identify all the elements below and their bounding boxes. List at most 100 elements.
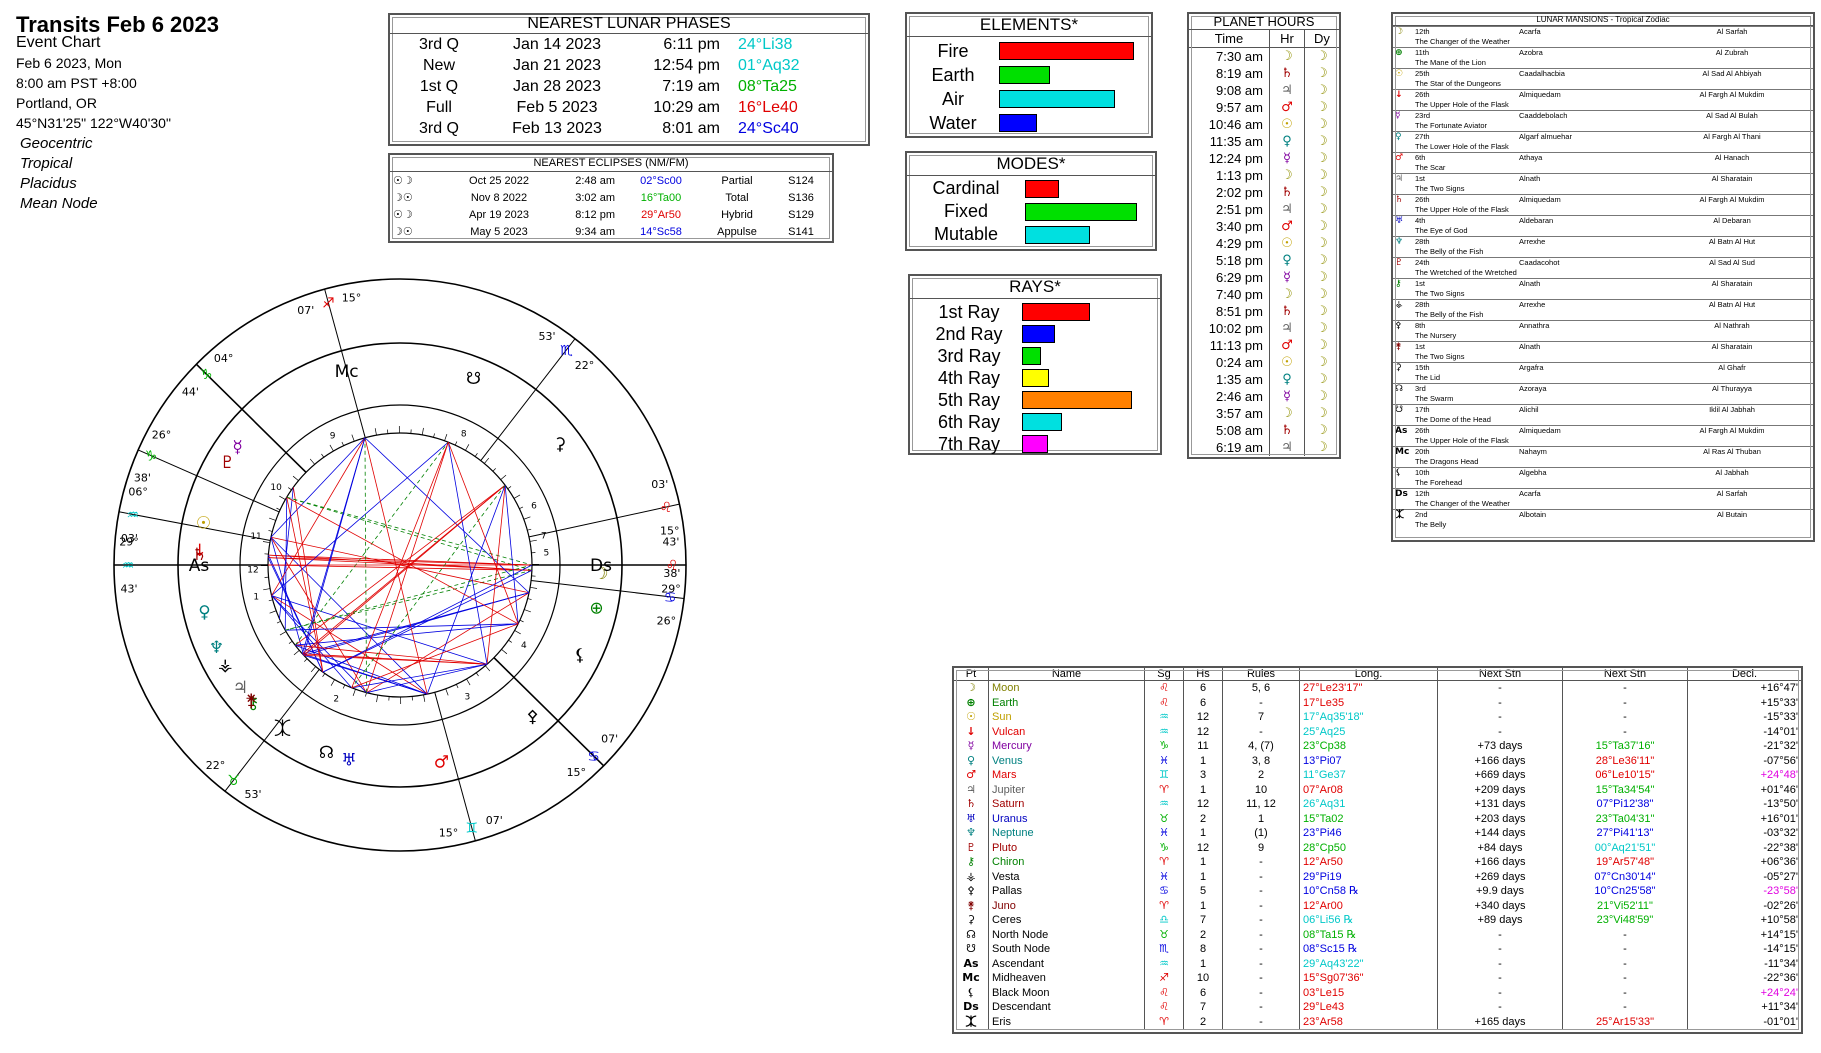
mansion-point-glyph: Mc — [1393, 446, 1413, 468]
planet-rules: - — [1222, 1014, 1300, 1029]
house-number: 8 — [461, 430, 467, 440]
planet-sign: ♓ — [1144, 753, 1184, 768]
lunar-phase-name: Full — [426, 98, 452, 116]
planet-next-station-pos: 25°Ar15'33" — [1562, 1014, 1688, 1029]
planet-hour-ruler: ☉ — [1269, 235, 1305, 252]
lunar-phase-time: 6:11 pm — [663, 35, 720, 53]
mansion-number: 12th — [1413, 26, 1517, 37]
rays-label: 6th Ray — [937, 412, 1001, 432]
planet-next-station-pos: 19°Ar57'48" — [1562, 855, 1688, 870]
wheel-tick — [279, 495, 286, 500]
wheel-tick — [524, 609, 531, 613]
mansion-arabic-name: Al Fargh Al Mukdim — [1651, 194, 1813, 205]
rays-label: 1st Ray — [938, 302, 1000, 322]
planet-name: Ascendant — [988, 956, 1145, 971]
rays-bar — [1022, 413, 1062, 431]
planet-table-header: Name — [988, 668, 1145, 681]
eclipse-icon: ☽☉ — [393, 226, 413, 238]
lunar-phase-date: Jan 14 2023 — [512, 35, 602, 53]
lunar-mansion-desc-row: The Two Signs — [1393, 352, 1813, 363]
aspect-line — [322, 564, 533, 673]
aspect-line — [447, 442, 519, 624]
rays-row: 5th Ray — [910, 389, 1160, 411]
mansion-description: The Eye of God — [1415, 226, 1468, 235]
mansion-arabic-name: Al Debaran — [1651, 215, 1813, 226]
wheel-planet-icon: Ds — [590, 556, 612, 576]
lunar-mansion-desc-row: The Mane of the Lion — [1393, 58, 1813, 69]
planet-glyph: ☉ — [966, 710, 976, 723]
planet-next-station-pos: 28°Le36'11" — [1562, 753, 1688, 768]
planet-next-station-pos: 07°Pi12'38" — [1562, 797, 1688, 812]
planet-next-station-days: - — [1437, 1000, 1563, 1015]
planet-rules: (1) — [1222, 826, 1300, 841]
lunar-phase-position: 16°Le40 — [738, 98, 798, 116]
mansion-arabic-name: Al Batn Al Hut — [1651, 299, 1813, 310]
rays-chart: 1st Ray 2nd Ray 3rd Ray 4th Ray 5th Ray 6th R… — [910, 301, 1160, 455]
mansion-latin-name: Annathra — [1517, 320, 1651, 331]
planet-rules: 7 — [1222, 710, 1300, 725]
planet-next-station-days: - — [1437, 710, 1563, 725]
cusp-sign-icon: ♋ — [587, 749, 600, 765]
planet-glyph: ☋ — [966, 942, 976, 955]
planet-house: 7 — [1183, 913, 1223, 928]
lunar-phase-time: 7:19 am — [662, 77, 720, 95]
lunar-mansion-row: ⚸ 10th Algebha Al Jabhah — [1393, 467, 1813, 489]
mansion-point-glyph: ☊ — [1393, 383, 1413, 405]
planet-hour-ruler: ♄ — [1269, 184, 1305, 201]
wheel-tick — [484, 457, 490, 464]
planet-declination: -14°15' — [1687, 942, 1801, 957]
planet-sign: ♋ — [1144, 884, 1184, 899]
house-number: 7 — [541, 531, 547, 541]
planet-day-ruler: ☽ — [1304, 337, 1339, 354]
planet-hour-time: 3:40 pm — [1216, 219, 1263, 234]
lunar-phase-date: Jan 21 2023 — [512, 56, 602, 74]
planet-hour-row: 2:51 pm ♃ ☽ — [1189, 201, 1339, 218]
lunar-mansion-row: ♅ 4th Aldebaran Al Debaran — [1393, 215, 1813, 237]
planet-longitude: 06°Li56 ℞ — [1299, 913, 1438, 928]
planet-sign: ♏ — [1144, 942, 1184, 957]
mansion-latin-name: Acarfa — [1517, 488, 1651, 499]
planet-longitude: 13°Pi07 — [1299, 753, 1438, 768]
mansion-arabic-name: Al Ghafr — [1651, 362, 1813, 373]
planet-next-station-days: +669 days — [1437, 768, 1563, 783]
planet-row: ⚵ Juno ♈ 1-12°Ar00 +340 days 21°Vi52'11" -02°2… — [954, 898, 1801, 913]
planet-hour-ruler: ☽ — [1269, 405, 1305, 422]
rays-bar — [1022, 391, 1132, 409]
lunar-mansion-desc-row: The Two Signs — [1393, 184, 1813, 195]
elements-bar — [999, 42, 1134, 60]
planet-house: 2 — [1183, 1014, 1223, 1029]
mansion-description: The Belly of the Fish — [1415, 310, 1484, 319]
planet-hour-ruler: ♄ — [1269, 65, 1305, 82]
wheel-planet-icon: Mc — [335, 362, 359, 382]
lunar-mansion-row: ♀ 27th Algarf almuehar Al Fargh Al Thani — [1393, 131, 1813, 153]
planet-next-station-days: - — [1437, 971, 1563, 986]
mansion-point-glyph: ♆ — [1393, 236, 1413, 258]
wheel-tick — [263, 588, 271, 591]
cusp-degree: 26° — [657, 614, 677, 627]
mansion-description: The Swarm — [1415, 394, 1454, 403]
mansion-description: The Wretched of the Wretched — [1415, 268, 1517, 277]
planet-name: Vesta — [988, 869, 1145, 884]
planet-declination: +16°01' — [1687, 811, 1801, 826]
planet-glyph: ☽ — [966, 681, 976, 694]
planet-rules: - — [1222, 942, 1300, 957]
planet-glyph: ♂ — [966, 768, 976, 781]
wheel-tick — [454, 441, 458, 446]
planet-next-station-pos: 07°Cn30'14" — [1562, 869, 1688, 884]
cusp-sign-icon: ♉ — [227, 773, 240, 789]
lunar-mansion-row: ♇ 24th Caadacohot Al Sad Al Sud — [1393, 257, 1813, 279]
mansion-number: 17th — [1413, 404, 1517, 415]
planet-glyph: ⯰ — [965, 1014, 977, 1028]
planet-declination: +01°46' — [1687, 782, 1801, 797]
planet-hour-time: 2:46 am — [1216, 389, 1263, 404]
planet-day-ruler: ☽ — [1304, 422, 1339, 439]
wheel-tick — [513, 494, 521, 499]
planet-longitude: 23°Ar58 — [1299, 1014, 1438, 1029]
planet-next-station-days: +73 days — [1437, 739, 1563, 754]
mansion-latin-name: Algebha — [1517, 467, 1651, 478]
modes-label: Cardinal — [932, 178, 1000, 198]
planet-declination: +24°24' — [1687, 985, 1801, 1000]
cusp-minutes: 03' — [121, 532, 138, 545]
planet-sign: ♑ — [1144, 739, 1184, 754]
lunar-phases-table: 3rd Q Jan 14 2023 6:11 pm 24°Li38 New Jan 21 … — [390, 34, 868, 139]
